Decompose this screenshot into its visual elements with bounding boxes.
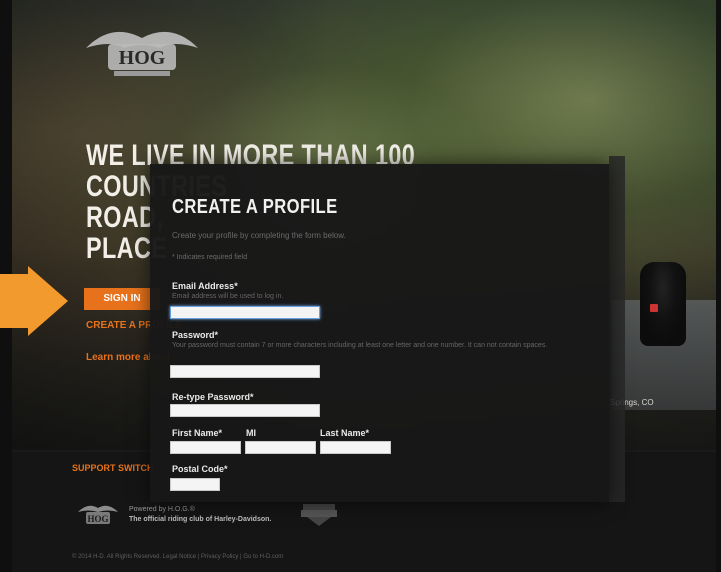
mi-field[interactable] (245, 441, 316, 454)
first-name-label: First Name* (172, 428, 223, 438)
harley-davidson-logo[interactable] (299, 500, 339, 528)
svg-text:HOG: HOG (119, 47, 166, 69)
footer-nav[interactable]: SUPPORT SWITCH (72, 463, 154, 473)
retype-password-field[interactable] (170, 404, 320, 417)
postal-code-label: Postal Code* (172, 464, 228, 474)
required-field-note: * Indicates required field (172, 254, 248, 261)
retype-password-label: Re-type Password* (172, 392, 254, 402)
postal-code-field[interactable] (170, 478, 220, 491)
sign-in-button[interactable]: SIGN IN (84, 288, 160, 310)
email-field[interactable] (170, 306, 320, 319)
modal-scroll-strip (609, 156, 625, 502)
last-name-field[interactable] (320, 441, 391, 454)
password-label: Password* (172, 330, 219, 340)
modal-intro-text: Create your profile by completing the fo… (172, 231, 346, 240)
orange-arrow-annotation (0, 266, 68, 336)
last-name-label: Last Name* (320, 428, 370, 438)
modal-title: CREATE A PROFILE (172, 196, 338, 218)
first-name-field[interactable] (170, 441, 241, 454)
hog-eagle-logo[interactable]: HOG (82, 18, 202, 80)
motorcycle-rider (640, 262, 686, 346)
create-profile-modal: CREATE A PROFILE Create your profile by … (150, 164, 609, 502)
email-hint: Email address will be used to log in. (172, 293, 284, 300)
powered-by-line: Powered by H.O.G.® (129, 506, 195, 513)
powered-by-text: Powered by H.O.G.® The official riding c… (129, 505, 271, 525)
mi-label: MI (246, 428, 256, 438)
copyright-text[interactable]: © 2014 H-D. All Rights Reserved. Legal N… (72, 554, 283, 560)
email-label: Email Address* (172, 281, 238, 291)
tagline: The official riding club of Harley-David… (129, 516, 272, 523)
svg-text:HOG: HOG (87, 514, 108, 524)
password-field[interactable] (170, 365, 320, 378)
hog-footer-logo[interactable]: HOG (76, 500, 120, 526)
password-hint: Your password must contain 7 or more cha… (172, 342, 548, 349)
